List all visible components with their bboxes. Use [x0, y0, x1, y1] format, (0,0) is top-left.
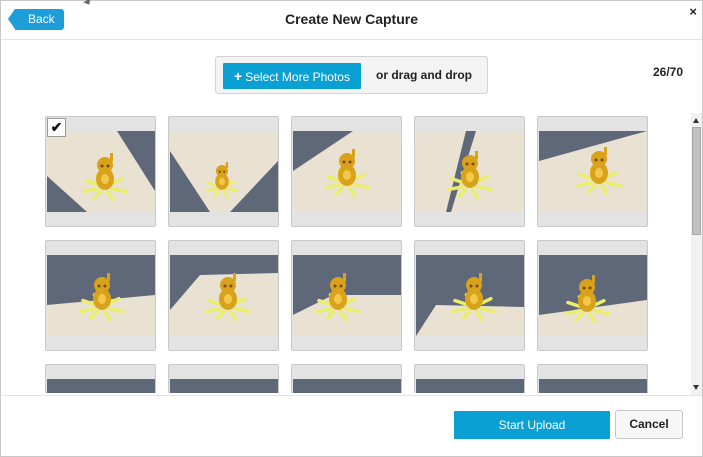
photo-image — [416, 131, 524, 212]
select-more-photos-button[interactable]: + Select More Photos — [223, 63, 361, 89]
photo-image — [539, 255, 647, 336]
photo-counter: 26/70 — [652, 65, 683, 79]
photo-image — [293, 379, 401, 393]
photo-image — [416, 255, 524, 336]
scroll-down-icon[interactable] — [693, 385, 699, 390]
dialog-footer: Start Upload Cancel — [1, 395, 702, 456]
photo-image — [47, 255, 155, 336]
photo-image — [293, 131, 401, 212]
photo-image — [47, 131, 155, 212]
photo-image — [416, 379, 524, 393]
photo-image — [170, 379, 278, 393]
photo-thumbnail[interactable] — [414, 240, 525, 351]
photo-image — [293, 255, 401, 336]
photo-thumbnail[interactable] — [168, 116, 279, 227]
upload-bar: + Select More Photos or drag and drop — [215, 56, 488, 94]
dialog-title: Create New Capture — [284, 11, 419, 27]
photo-thumbnail[interactable] — [168, 240, 279, 351]
photo-thumbnail[interactable] — [537, 116, 648, 227]
photo-image — [539, 379, 647, 393]
vertical-scrollbar[interactable] — [691, 113, 702, 395]
photo-thumbnail[interactable] — [537, 364, 648, 393]
photo-thumbnail[interactable] — [291, 116, 402, 227]
photo-thumbnail[interactable] — [537, 240, 648, 351]
select-more-photos-label: Select More Photos — [245, 70, 350, 84]
photo-image — [170, 255, 278, 336]
scrollbar-thumb[interactable] — [692, 127, 701, 235]
photo-thumbnail[interactable] — [414, 116, 525, 227]
photo-image — [539, 131, 647, 212]
photo-thumbnail[interactable] — [168, 364, 279, 393]
photo-image — [47, 379, 155, 393]
checkmark-icon[interactable]: ✔ — [47, 118, 66, 137]
photo-thumbnail[interactable]: ✔ — [45, 116, 156, 227]
photo-thumbnail[interactable] — [291, 364, 402, 393]
close-icon[interactable]: × — [689, 5, 697, 19]
create-capture-dialog: Back Create New Capture × + Select More P… — [0, 0, 703, 457]
photo-image — [170, 131, 278, 212]
photo-thumbnail[interactable] — [45, 364, 156, 393]
plus-icon: + — [234, 68, 243, 84]
cancel-button[interactable]: Cancel — [615, 410, 683, 439]
photo-thumbnail[interactable] — [414, 364, 525, 393]
start-upload-button[interactable]: Start Upload — [454, 411, 610, 439]
scroll-up-icon[interactable] — [693, 118, 699, 123]
photo-thumbnail[interactable] — [45, 240, 156, 351]
photo-thumbnail[interactable] — [291, 240, 402, 351]
dialog-header: Back Create New Capture × — [1, 1, 702, 40]
drag-drop-hint: or drag and drop — [376, 68, 472, 82]
photo-grid: ✔ — [45, 116, 648, 393]
photo-grid-viewport: ✔ — [1, 113, 691, 393]
